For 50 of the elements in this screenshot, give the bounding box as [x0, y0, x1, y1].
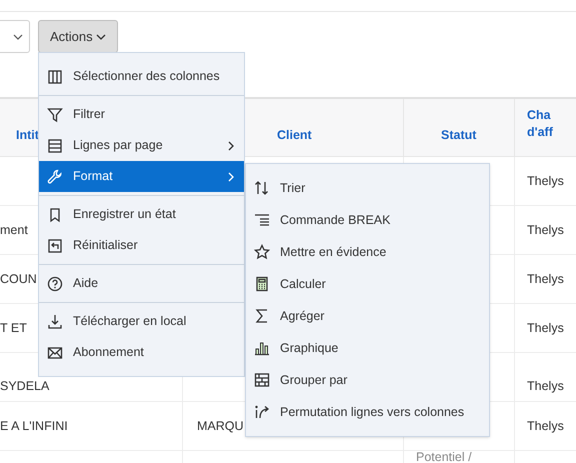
- bar-chart-icon: [254, 340, 270, 356]
- envelope-icon: [47, 344, 63, 360]
- table-cell-text: Thelys: [527, 378, 564, 396]
- actions-button[interactable]: Actions: [38, 20, 118, 53]
- menu-item[interactable]: Graphique: [246, 332, 489, 364]
- menu-item[interactable]: Réinitialiser: [39, 230, 244, 261]
- menu-item[interactable]: Mettre en évidence: [246, 236, 489, 268]
- menu-item[interactable]: Grouper par: [246, 364, 489, 396]
- table-cell-text: Thelys: [527, 418, 564, 435]
- sigma-icon: [254, 308, 270, 324]
- column-header[interactable]: Cha d'aff: [515, 99, 576, 156]
- indented-lines-icon: [254, 212, 270, 228]
- calculator-icon: [254, 276, 270, 292]
- menu-item[interactable]: Calculer: [246, 268, 489, 300]
- column-header[interactable]: Statut: [404, 99, 515, 156]
- filter-icon: [47, 106, 63, 122]
- grouped-rows-icon: [254, 372, 270, 388]
- menu-item[interactable]: Format: [39, 161, 244, 192]
- table-cell-text: Thelys: [527, 270, 564, 288]
- table-cell-text: Thelys: [527, 320, 564, 337]
- table-cell-text: Thelys: [527, 172, 564, 190]
- menu-item[interactable]: Permutation lignes vers colonnes: [246, 396, 489, 428]
- columns-icon: [47, 68, 63, 84]
- select-field[interactable]: [0, 20, 30, 53]
- menu-item[interactable]: Agréger: [246, 300, 489, 332]
- reset-icon: [47, 238, 63, 254]
- table-cell-text: E A L'INFINI: [0, 418, 68, 435]
- table-cell-text: SYDELA: [0, 378, 50, 396]
- table-cell-text: T ET: [0, 320, 27, 337]
- menu-item[interactable]: Télécharger en local: [39, 306, 244, 337]
- menu-item[interactable]: Abonnement: [39, 337, 244, 368]
- chevron-down-icon: [13, 34, 23, 40]
- help-icon: [47, 276, 63, 292]
- table-cell-text: Potentiel /: [416, 451, 472, 463]
- star-icon: [254, 244, 270, 260]
- wrench-icon: [47, 168, 63, 184]
- table-cell-text: ment: [0, 222, 28, 239]
- menu-item[interactable]: Enregistrer un état: [39, 199, 244, 230]
- pivot-icon: [254, 404, 270, 420]
- download-icon: [47, 314, 63, 330]
- table-cell-text: Thelys: [527, 222, 564, 239]
- menu-item[interactable]: Trier: [246, 172, 489, 204]
- rows-icon: [47, 138, 63, 154]
- menu-item[interactable]: Aide: [39, 268, 244, 299]
- menu-item[interactable]: Commande BREAK: [246, 204, 489, 236]
- table-cell-text: COUN: [0, 270, 37, 288]
- chevron-down-icon: [96, 34, 106, 40]
- table-cell-text: MARQU: [197, 418, 244, 435]
- menu-item[interactable]: Sélectionner des colonnes: [39, 61, 244, 92]
- sort-icon: [254, 180, 270, 196]
